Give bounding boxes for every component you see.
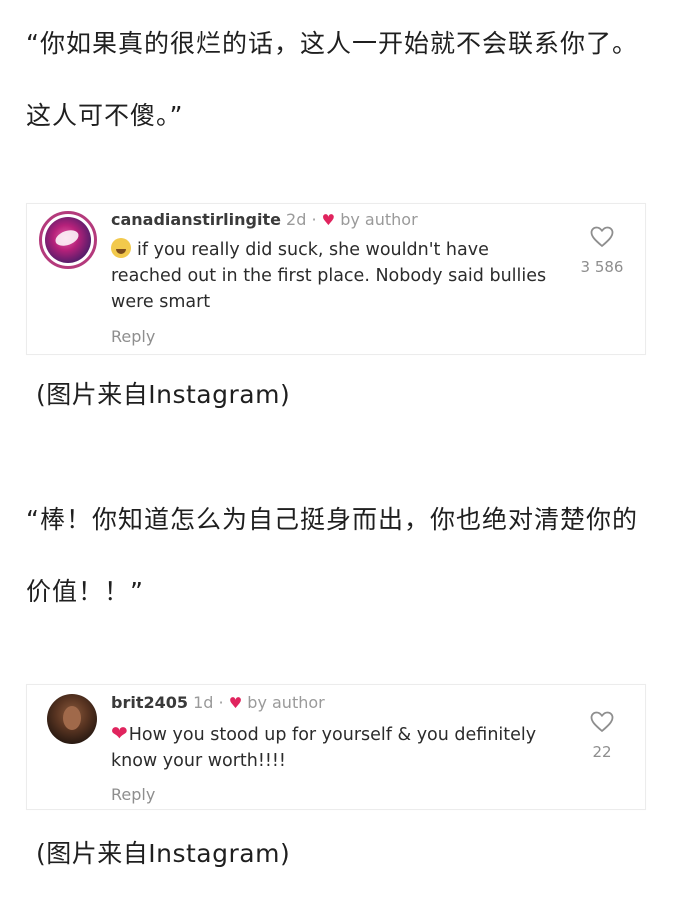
image-source-caption-1: (图片来自Instagram) [36, 380, 291, 409]
like-count: 22 [592, 743, 612, 761]
comment-time: 2d [286, 210, 307, 229]
quote-text-1: “你如果真的很烂的话，这人一开始就不会联系你了。这人可不傻。” [26, 29, 638, 130]
comment-time: 1d [193, 693, 214, 712]
heart-outline-icon[interactable] [590, 711, 614, 733]
laughing-emoji-icon [111, 238, 131, 258]
instagram-comment-card: brit2405 1d · ♥ by author ❤How you stood… [26, 684, 646, 810]
liked-by-author: by author [340, 210, 418, 229]
red-heart-emoji-icon: ❤ [111, 721, 128, 745]
like-control: 22 [572, 711, 632, 761]
comment-text: if you really did suck, she wouldn't hav… [111, 240, 547, 312]
comment-body: ❤How you stood up for yourself & you def… [111, 720, 561, 774]
reply-button[interactable]: Reply [111, 785, 155, 804]
comment-body: if you really did suck, she wouldn't hav… [111, 237, 561, 315]
quote-text-2: “棒！你知道怎么为自己挺身而出，你也绝对清楚你的价值！！” [26, 505, 638, 606]
like-count: 3 586 [580, 258, 624, 276]
username[interactable]: brit2405 [111, 693, 188, 712]
like-control: 3 586 [572, 226, 632, 276]
liked-by-author: by author [247, 693, 325, 712]
username[interactable]: canadianstirlingite [111, 210, 281, 229]
instagram-comment-card: canadianstirlingite 2d · ♥ by author if … [26, 203, 646, 355]
avatar-image [63, 706, 81, 730]
heart-outline-icon[interactable] [590, 226, 614, 248]
image-source-caption-2: (图片来自Instagram) [36, 839, 291, 868]
comment-meta: brit2405 1d · ♥ by author [111, 693, 325, 712]
avatar[interactable] [39, 211, 97, 269]
avatar-image [45, 217, 91, 263]
reply-button[interactable]: Reply [111, 327, 155, 346]
comment-meta: canadianstirlingite 2d · ♥ by author [111, 210, 418, 229]
avatar[interactable] [47, 694, 97, 744]
comment-text: How you stood up for yourself & you defi… [111, 725, 537, 771]
heart-icon: ♥ [321, 211, 336, 229]
heart-icon: ♥ [228, 694, 243, 712]
meta-separator: · [218, 693, 224, 712]
meta-separator: · [311, 210, 317, 229]
